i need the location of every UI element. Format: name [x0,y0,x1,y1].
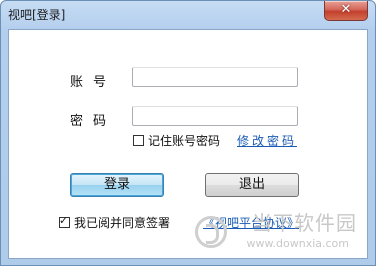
remember-checkbox[interactable] [133,135,144,146]
login-window: 视吧[登录] ✕ 账号 密码 记住账号密码 修改密码 登录 退出 ✓ 我已阅并同… [0,0,376,266]
login-button[interactable]: 登录 [70,173,164,197]
check-icon: ✓ [59,214,69,227]
account-input[interactable] [132,67,298,87]
window-title: 视吧[登录] [8,8,66,22]
watermark-url: www.downxia.com [246,237,349,250]
remember-label[interactable]: 记住账号密码 [148,132,220,149]
agree-label[interactable]: 我已阅并同意签署 [74,214,170,231]
agree-checkbox[interactable]: ✓ [59,214,70,228]
change-password-link[interactable]: 修改密码 [237,132,297,149]
close-button[interactable]: ✕ [324,1,368,21]
watermark-text: 当下软件园 [252,211,357,235]
login-panel: 账号 密码 记住账号密码 修改密码 登录 退出 ✓ 我已阅并同意签署 《视吧平台… [8,29,368,259]
exit-button[interactable]: 退出 [205,173,299,197]
password-input[interactable] [132,106,298,126]
close-icon: ✕ [340,2,352,17]
watermark-logo-icon [195,216,227,248]
password-label: 密码 [70,114,117,129]
account-label: 账号 [70,75,117,90]
